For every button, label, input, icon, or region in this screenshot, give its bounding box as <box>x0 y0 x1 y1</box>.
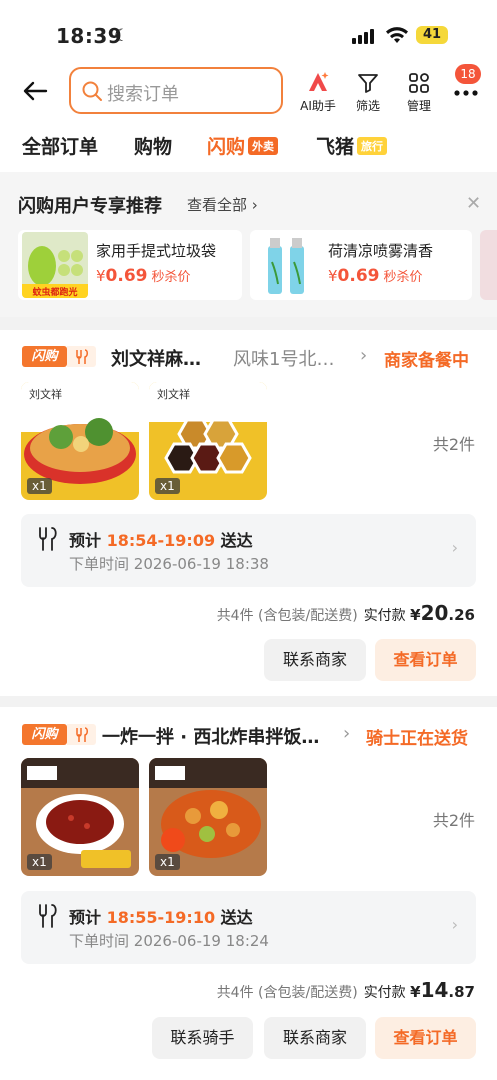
recommend-item-partial[interactable] <box>480 230 497 300</box>
tab-fliggy[interactable]: 飞猪 旅行 <box>316 132 388 159</box>
contact-rider-button[interactable]: 联系骑手 <box>152 1017 253 1059</box>
delivery-eta-panel[interactable]: 预计 18:54-19:09 送达 下单时间 2026-06-19 18:38 … <box>21 514 476 587</box>
view-order-button[interactable]: 查看订单 <box>375 1017 476 1059</box>
status-bar: 18:39 ☾ 41 <box>0 0 497 60</box>
flash-buy-tag: 闪购 <box>22 346 67 367</box>
order-time-line: 下单时间 2026-06-19 18:38 <box>69 555 269 573</box>
chevron-right-icon: › <box>451 915 458 934</box>
item-quantity: x1 <box>155 854 180 870</box>
item-count: 共2件 <box>432 435 475 454</box>
order-summary: 共4件 (含包装/配送费) 实付款 ¥20.26 <box>216 601 475 625</box>
recommend-item[interactable]: 蚊虫都跑光 家用手提式垃圾袋 ¥0.69 秒杀价 <box>18 230 242 300</box>
search-icon <box>82 81 102 101</box>
fork-knife-icon <box>39 904 57 928</box>
garbage-bag-image: 蚊虫都跑光 <box>22 232 88 298</box>
signal-icon <box>352 28 374 44</box>
svg-text:刘文祥: 刘文祥 <box>29 387 62 401</box>
filter-button[interactable]: 筛选 <box>344 70 392 114</box>
tab-all-orders[interactable]: 全部订单 <box>22 132 98 159</box>
manage-label: 管理 <box>406 99 431 113</box>
product-image[interactable]: 刘文祥 x1 <box>149 382 267 500</box>
item-quantity: x1 <box>27 478 52 494</box>
order-card[interactable]: 闪购 刘文祥麻… 风味1号北… › 商家备餐中 刘文祥 x1 刘文祥 x1 共2… <box>0 330 497 696</box>
eta-line: 预计 18:55-19:10 送达 <box>69 908 253 927</box>
svg-text:刘文祥: 刘文祥 <box>157 387 190 401</box>
filter-label: 筛选 <box>355 99 380 113</box>
paid-amount: ¥20.26 <box>410 601 475 625</box>
contact-merchant-button[interactable]: 联系商家 <box>264 639 366 681</box>
shop-branch: 风味1号北… <box>233 349 335 370</box>
chevron-right-icon: › <box>360 345 368 366</box>
order-time-line: 下单时间 2026-06-19 18:24 <box>69 932 269 950</box>
more-dots-icon <box>454 90 478 96</box>
order-tabs: 全部订单 购物 闪购 外卖 飞猪 旅行 <box>0 128 497 168</box>
chevron-right-icon: › <box>343 723 351 744</box>
recommendation-section: 闪购用户专享推荐 查看全部 › ✕ 蚊虫都跑光 家用手提式垃圾袋 ¥0.69 秒杀… <box>0 172 497 317</box>
search-placeholder: 搜索订单 <box>107 84 179 105</box>
ai-assistant-button[interactable]: AI助手 <box>294 70 342 114</box>
contact-merchant-button[interactable]: 联系商家 <box>264 1017 366 1059</box>
image-caption: 蚊虫都跑光 <box>32 286 77 298</box>
flash-buy-tag: 闪购 <box>22 724 67 745</box>
product-image[interactable]: x1 <box>21 758 139 876</box>
spray-bottle-image <box>254 232 320 298</box>
takeout-tag: 外卖 <box>248 137 279 155</box>
order-card[interactable]: 闪购 一炸一拌 · 西北炸串拌饭… › 骑士正在送货 x1 x1 共2件 预计 … <box>0 707 497 1080</box>
shop-name: 刘文祥麻… <box>111 349 201 370</box>
tab-flash-buy[interactable]: 闪购 外卖 <box>207 132 279 159</box>
product-image[interactable]: x1 <box>149 758 267 876</box>
fork-knife-icon <box>39 527 57 551</box>
ai-assistant-label: AI助手 <box>300 99 336 113</box>
item-quantity: x1 <box>27 854 52 870</box>
eta-line: 预计 18:54-19:09 送达 <box>69 531 253 550</box>
recommendation-title: 闪购用户专享推荐 <box>18 196 162 217</box>
moon-icon: ☾ <box>114 26 130 46</box>
close-icon[interactable]: ✕ <box>466 193 481 214</box>
top-area: 18:39 ☾ 41 搜索订单 AI助手 筛选 管理 18 全部订单 购物 闪购… <box>0 0 497 172</box>
manage-button[interactable]: 管理 <box>395 70 443 114</box>
recommend-item-name: 家用手提式垃圾袋 <box>96 242 217 260</box>
wifi-icon <box>386 27 408 43</box>
chevron-right-icon: › <box>451 538 458 557</box>
battery-indicator: 41 <box>416 26 448 44</box>
shop-name: 一炸一拌 · 西北炸串拌饭… <box>102 727 320 748</box>
back-arrow-icon[interactable] <box>20 76 50 106</box>
recommend-item-price: ¥0.69 秒杀价 <box>96 266 191 286</box>
order-summary: 共4件 (含包装/配送费) 实付款 ¥14.87 <box>216 978 475 1002</box>
fork-knife-icon <box>67 346 96 367</box>
notification-badge: 18 <box>455 64 481 84</box>
product-image[interactable]: 刘文祥 x1 <box>21 382 139 500</box>
view-all-link[interactable]: 查看全部 › <box>187 194 258 215</box>
tab-shopping[interactable]: 购物 <box>134 132 172 159</box>
travel-tag: 旅行 <box>357 137 388 155</box>
fork-knife-icon <box>67 724 96 745</box>
order-status: 商家备餐中 <box>384 351 469 371</box>
ai-sparkle-icon <box>309 72 329 91</box>
filter-icon <box>358 74 378 93</box>
item-quantity: x1 <box>155 478 180 494</box>
delivery-eta-panel[interactable]: 预计 18:55-19:10 送达 下单时间 2026-06-19 18:24 … <box>21 891 476 964</box>
item-count: 共2件 <box>432 811 475 830</box>
view-order-button[interactable]: 查看订单 <box>375 639 476 681</box>
status-time: 18:39 <box>56 24 123 48</box>
grid-icon <box>409 73 429 93</box>
order-status: 骑士正在送货 <box>366 729 468 749</box>
paid-amount: ¥14.87 <box>410 978 475 1002</box>
recommend-item-price: ¥0.69 秒杀价 <box>328 266 423 286</box>
recommend-item[interactable]: 荷清凉喷雾清香 ¥0.69 秒杀价 <box>250 230 472 300</box>
search-input[interactable]: 搜索订单 <box>69 67 283 114</box>
recommend-item-name: 荷清凉喷雾清香 <box>328 242 434 260</box>
